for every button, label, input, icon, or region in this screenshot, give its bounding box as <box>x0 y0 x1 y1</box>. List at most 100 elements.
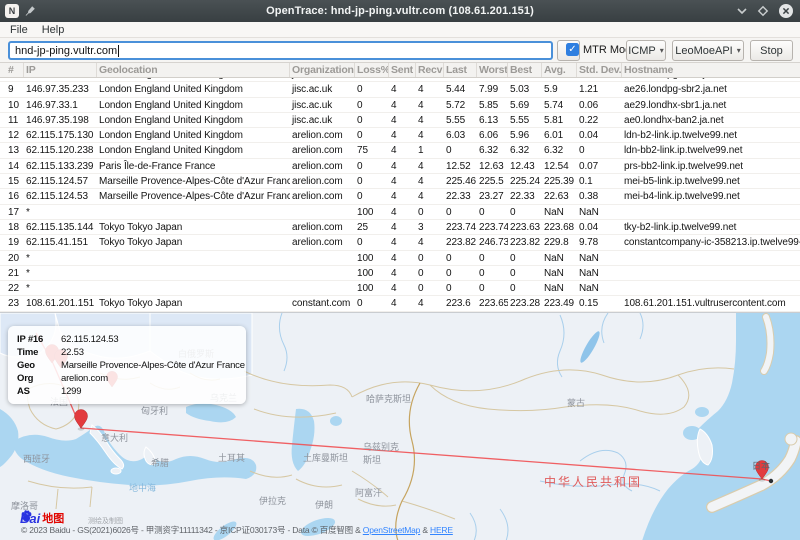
cell: 4 <box>416 82 444 96</box>
cell: 75 <box>355 143 389 157</box>
column-header[interactable]: Worst <box>477 63 508 77</box>
column-header[interactable]: # <box>0 63 24 77</box>
cell: Paris Île-de-France France <box>97 159 290 173</box>
cell <box>622 266 800 280</box>
protocol-label: ICMP <box>628 45 656 57</box>
table-row[interactable]: 21*10040000NaNNaN <box>0 266 800 281</box>
cell: Tokyo Tokyo Japan <box>97 235 290 249</box>
cell: 15 <box>0 174 24 188</box>
table-row[interactable]: 1262.115.175.130London England United Ki… <box>0 128 800 143</box>
column-header[interactable]: Last <box>444 63 477 77</box>
column-header[interactable]: Hostname <box>622 63 800 77</box>
china-west-border <box>396 383 420 540</box>
titlebar[interactable]: N OpenTrace: hnd-jp-ping.vultr.com (108.… <box>0 0 800 22</box>
column-header[interactable]: Loss% <box>355 63 389 77</box>
cell <box>97 281 290 295</box>
table-row[interactable]: 10146.97.33.1London England United Kingd… <box>0 98 800 113</box>
cell: 9.78 <box>577 235 622 249</box>
cell: 146.97.35.198 <box>24 113 97 127</box>
cell: 0 <box>355 174 389 188</box>
host-input[interactable]: hnd-jp-ping.vultr.com <box>8 41 553 60</box>
table-row[interactable]: 23108.61.201.151Tokyo Tokyo Japanconstan… <box>0 296 800 311</box>
column-header[interactable]: Recv <box>416 63 444 77</box>
endpoint-dot <box>769 479 773 483</box>
cell: 4 <box>389 128 416 142</box>
api-select[interactable]: LeoMoeAPI ▾ <box>672 40 744 61</box>
cell: 0 <box>477 266 508 280</box>
stop-button[interactable]: Stop <box>750 40 793 61</box>
cell: 223.74 <box>444 220 477 234</box>
cell: 0 <box>444 281 477 295</box>
column-header[interactable]: Organization <box>290 63 355 77</box>
cell: 4 <box>416 98 444 112</box>
pin-icon[interactable] <box>24 5 36 17</box>
column-header[interactable]: Best <box>508 63 542 77</box>
cell: NaN <box>542 266 577 280</box>
cell: 5.96 <box>508 128 542 142</box>
table-row[interactable]: 22*10040000NaNNaN <box>0 281 800 296</box>
cell: 0 <box>444 205 477 219</box>
cell: 229.8 <box>542 235 577 249</box>
cell: 5.74 <box>542 98 577 112</box>
column-header[interactable]: IP <box>24 63 97 77</box>
table-row[interactable]: 1962.115.41.151Tokyo Tokyo Japanarelion.… <box>0 235 800 250</box>
table-row[interactable]: 1462.115.133.239Paris Île-de-France Fran… <box>0 159 800 174</box>
cell: 0 <box>416 251 444 265</box>
cell: 22.63 <box>542 189 577 203</box>
cell: arelion.com <box>290 235 355 249</box>
cell: 0 <box>355 235 389 249</box>
cell: 0.15 <box>577 296 622 310</box>
cell: 7.99 <box>477 82 508 96</box>
cell <box>97 266 290 280</box>
column-header[interactable]: Sent <box>389 63 416 77</box>
cell: 6.32 <box>542 143 577 157</box>
maximize-button[interactable] <box>757 5 769 17</box>
cell: 0.04 <box>577 128 622 142</box>
cell: 9 <box>0 82 24 96</box>
cell: 62.115.124.57 <box>24 174 97 188</box>
cell: 4 <box>389 251 416 265</box>
table-row[interactable]: 9146.97.35.233London England United King… <box>0 82 800 97</box>
cell: 108.61.201.151.vultrusercontent.com <box>622 296 800 310</box>
here-link[interactable]: HERE <box>430 525 453 535</box>
cell: 100 <box>355 266 389 280</box>
cell: 0 <box>477 281 508 295</box>
table-row[interactable]: 1562.115.124.57Marseille Provence-Alpes-… <box>0 174 800 189</box>
cell: 0 <box>508 251 542 265</box>
minimize-button[interactable] <box>736 5 748 17</box>
cell: 223.63 <box>508 220 542 234</box>
osm-link[interactable]: OpenStreetMap <box>363 525 420 535</box>
cell: 12 <box>0 128 24 142</box>
cell: 223.28 <box>508 296 542 310</box>
close-button[interactable] <box>778 3 794 19</box>
protocol-select[interactable]: ICMP ▾ <box>626 40 666 61</box>
table-row[interactable]: 20*10040000NaNNaN <box>0 251 800 266</box>
table-row[interactable]: 1362.115.120.238London England United Ki… <box>0 143 800 158</box>
table-row[interactable]: 17*10040000NaNNaN <box>0 205 800 220</box>
mtr-checkbox[interactable]: ✓ <box>566 43 579 56</box>
cell: prs-bb2-link.ip.twelve99.net <box>622 159 800 173</box>
menu-help[interactable]: Help <box>42 24 65 36</box>
cell: 12.52 <box>444 159 477 173</box>
cell: 100 <box>355 205 389 219</box>
cell: 21 <box>0 266 24 280</box>
cell: NaN <box>542 205 577 219</box>
table-row[interactable]: 1662.115.124.53Marseille Provence-Alpes-… <box>0 189 800 204</box>
route-map[interactable]: 白俄罗斯乌克兰法国匈牙利意大利西班牙希腊土耳其地中海摩洛哥伊拉克伊朗阿富汗土库曼… <box>0 312 800 540</box>
cell: 22.33 <box>444 189 477 203</box>
cell: 5.85 <box>477 98 508 112</box>
cell: 12.54 <box>542 159 577 173</box>
menu-file[interactable]: File <box>10 24 28 36</box>
cell: 0 <box>416 266 444 280</box>
column-header[interactable]: Std. Dev. <box>577 63 622 77</box>
cell: 0 <box>355 296 389 310</box>
pin-icon-marseille <box>75 410 88 429</box>
cell: 6.06 <box>477 128 508 142</box>
column-header[interactable]: Geolocation <box>97 63 290 77</box>
cell: 225.5 <box>477 174 508 188</box>
table-row[interactable]: 1862.115.135.144Tokyo Tokyo Japanarelion… <box>0 220 800 235</box>
column-header[interactable]: Avg. <box>542 63 577 77</box>
lake-baikal <box>578 329 603 364</box>
table-row[interactable]: 11146.97.35.198London England United Kin… <box>0 113 800 128</box>
cell: 18 <box>0 220 24 234</box>
